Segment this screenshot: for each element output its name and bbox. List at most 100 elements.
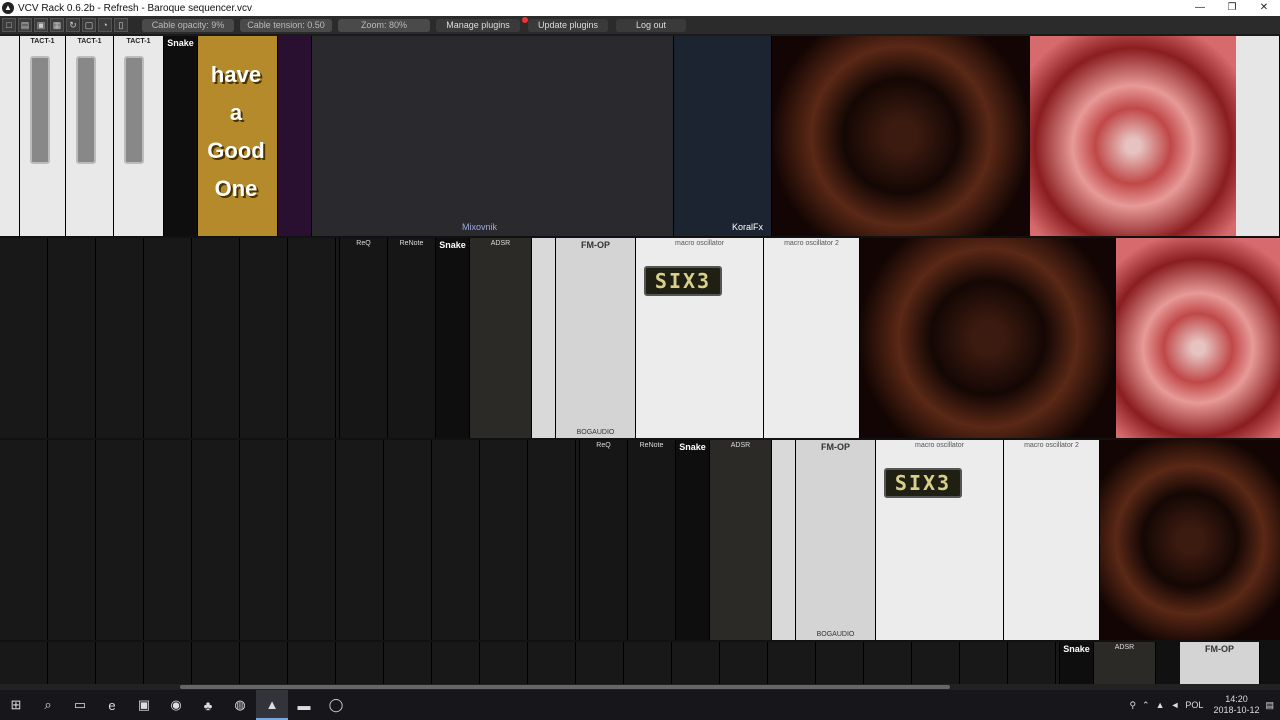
bogaudio-label: BOGAUDIO [816, 631, 855, 638]
minimize-button[interactable]: — [1184, 0, 1216, 16]
tact-module[interactable]: TACT-1 [114, 36, 164, 236]
kaleidoscope-panel [772, 36, 1030, 236]
macro-oscillator-2-module[interactable]: macro oscillator 2 [764, 238, 860, 438]
snake-module[interactable]: Snake [436, 238, 470, 438]
update-indicator-icon [522, 16, 528, 23]
restep-module-group[interactable] [0, 440, 580, 640]
have-a-good-one-panel: have a Good One [198, 36, 278, 236]
module-name: macro oscillator 2 [1024, 442, 1079, 449]
cable-tension-slider[interactable]: Cable tension: 0.50 [240, 18, 332, 32]
volume-icon[interactable]: ◄ [1171, 700, 1180, 710]
save-icon[interactable]: ▣ [34, 18, 48, 32]
mixovnik-mixer-module[interactable]: Mixovnik [312, 36, 674, 236]
title-bar: ▲ VCV Rack 0.6.2b - Refresh - Baroque se… [0, 0, 1280, 16]
module-name: Snake [167, 38, 194, 48]
app-icon: ▲ [2, 2, 14, 14]
window-controls: — ❐ ✕ [1184, 0, 1280, 16]
macro-oscillator-2-module[interactable]: macro oscillator 2 [1004, 440, 1100, 640]
store-icon[interactable]: ▣ [128, 690, 160, 720]
module-name: ReNote [639, 442, 664, 449]
edge-icon[interactable]: e [96, 690, 128, 720]
rack-canvas[interactable]: TACT-1 TACT-1 TACT-1 Snake have a Good O… [0, 36, 1280, 688]
fm-op-module[interactable]: FM-OP BOGAUDIO [796, 440, 876, 640]
update-plugins-button[interactable]: Update plugins [522, 16, 608, 32]
renote-module[interactable]: ReNote [628, 440, 676, 640]
lock-icon[interactable]: ▯ [114, 18, 128, 32]
restep-module-group[interactable] [0, 642, 1060, 688]
toolbar: □ ▤ ▣ ▦ ↻ ▢ ◔ ▯ Cable opacity: 9% Cable … [0, 16, 1280, 34]
recorder-module[interactable] [1236, 36, 1280, 236]
tact-module[interactable]: TACT-1 [20, 36, 66, 236]
mult-module[interactable] [532, 238, 556, 438]
windows-taskbar: ⊞ ⌕ ▭ e ▣ ◉ ♣ ◍ ▲ ▬ ◯ ⚲ ⌃ ▲ ◄ POL 14:20 … [0, 690, 1280, 720]
clear-icon[interactable]: ▢ [82, 18, 96, 32]
koralfx-label: KoralFx [731, 222, 763, 232]
cable-opacity-slider[interactable]: Cable opacity: 9% [142, 18, 234, 32]
snake-module[interactable]: Snake [676, 440, 710, 640]
close-button[interactable]: ✕ [1248, 0, 1280, 16]
github-icon[interactable]: ◯ [320, 690, 352, 720]
module-name: macro oscillator 2 [784, 240, 839, 247]
vcv-rack-taskbar-icon[interactable]: ▲ [256, 690, 288, 720]
show-hidden-icon[interactable]: ⌃ [1142, 700, 1150, 711]
decorative-panel [278, 36, 312, 236]
maximize-button[interactable]: ❐ [1216, 0, 1248, 16]
fm-op-module[interactable]: FM-OP BOGAUDIO [556, 238, 636, 438]
snake-module[interactable]: Snake [164, 36, 198, 236]
req-module[interactable]: ReQ [340, 238, 388, 438]
mult-module[interactable] [772, 440, 796, 640]
module-name: ADSR [730, 442, 751, 449]
fm-op-module[interactable]: FM-OP [1180, 642, 1260, 688]
bogaudio-label: BOGAUDIO [576, 429, 615, 436]
search-icon[interactable]: ⌕ [32, 690, 64, 720]
new-icon[interactable]: □ [2, 18, 16, 32]
macro-oscillator-module[interactable]: macro oscillator SIX3 [876, 440, 1004, 640]
tact-module[interactable] [0, 36, 20, 236]
rack-mini-icon[interactable]: ♣ [192, 690, 224, 720]
save-as-icon[interactable]: ▦ [50, 18, 64, 32]
people-icon[interactable]: ⚲ [1129, 700, 1136, 711]
module-name: Snake [439, 240, 466, 250]
adsr-module[interactable]: ADSR [710, 440, 772, 640]
module-name: TACT-1 [77, 38, 102, 45]
blender-icon[interactable]: ◉ [160, 690, 192, 720]
input-language[interactable]: POL [1185, 700, 1203, 710]
network-icon[interactable]: ▲ [1156, 700, 1165, 710]
clock-time: 14:20 [1225, 694, 1248, 704]
module-name: ADSR [1114, 644, 1135, 651]
restep-module-group[interactable] [0, 238, 340, 438]
notifications-icon[interactable]: ▤ [1265, 700, 1274, 711]
module-name: Snake [1063, 644, 1090, 654]
adsr-module[interactable]: ADSR [470, 238, 532, 438]
clock[interactable]: 14:20 2018-10-12 [1213, 694, 1259, 716]
module-name: FM-OP [821, 442, 850, 452]
adsr-module[interactable]: ADSR [1094, 642, 1156, 688]
log-out-button[interactable]: Log out [616, 18, 686, 32]
tact-slider[interactable] [76, 56, 96, 164]
start-icon[interactable]: ⊞ [0, 690, 32, 720]
module-name: ReQ [356, 240, 371, 247]
manage-plugins-button[interactable]: Manage plugins [436, 18, 520, 32]
mixovnik-aux-module[interactable]: KoralFx [674, 36, 772, 236]
panel-text: have a Good One [207, 62, 265, 201]
tact-slider[interactable] [30, 56, 50, 164]
module-name: TACT-1 [30, 38, 55, 45]
open-icon[interactable]: ▤ [18, 18, 32, 32]
file-explorer-icon[interactable]: ▬ [288, 690, 320, 720]
req-module[interactable]: ReQ [580, 440, 628, 640]
firefox-icon[interactable]: ◍ [224, 690, 256, 720]
tact-slider[interactable] [124, 56, 144, 164]
power-meter-icon[interactable]: ◔ [98, 18, 112, 32]
system-tray: ⚲ ⌃ ▲ ◄ POL 14:20 2018-10-12 ▤ [1129, 690, 1280, 720]
scrollbar-thumb[interactable] [180, 685, 950, 689]
revert-icon[interactable]: ↻ [66, 18, 80, 32]
snake-module[interactable]: Snake [1060, 642, 1094, 688]
zoom-slider[interactable]: Zoom: 80% [338, 18, 430, 32]
module-name: FM-OP [581, 240, 610, 250]
tact-module[interactable]: TACT-1 [66, 36, 114, 236]
module-name: ReQ [596, 442, 611, 449]
macro-oscillator-module[interactable]: macro oscillator SIX3 [636, 238, 764, 438]
kaleidoscope-panel [1100, 440, 1280, 640]
renote-module[interactable]: ReNote [388, 238, 436, 438]
task-view-icon[interactable]: ▭ [64, 690, 96, 720]
